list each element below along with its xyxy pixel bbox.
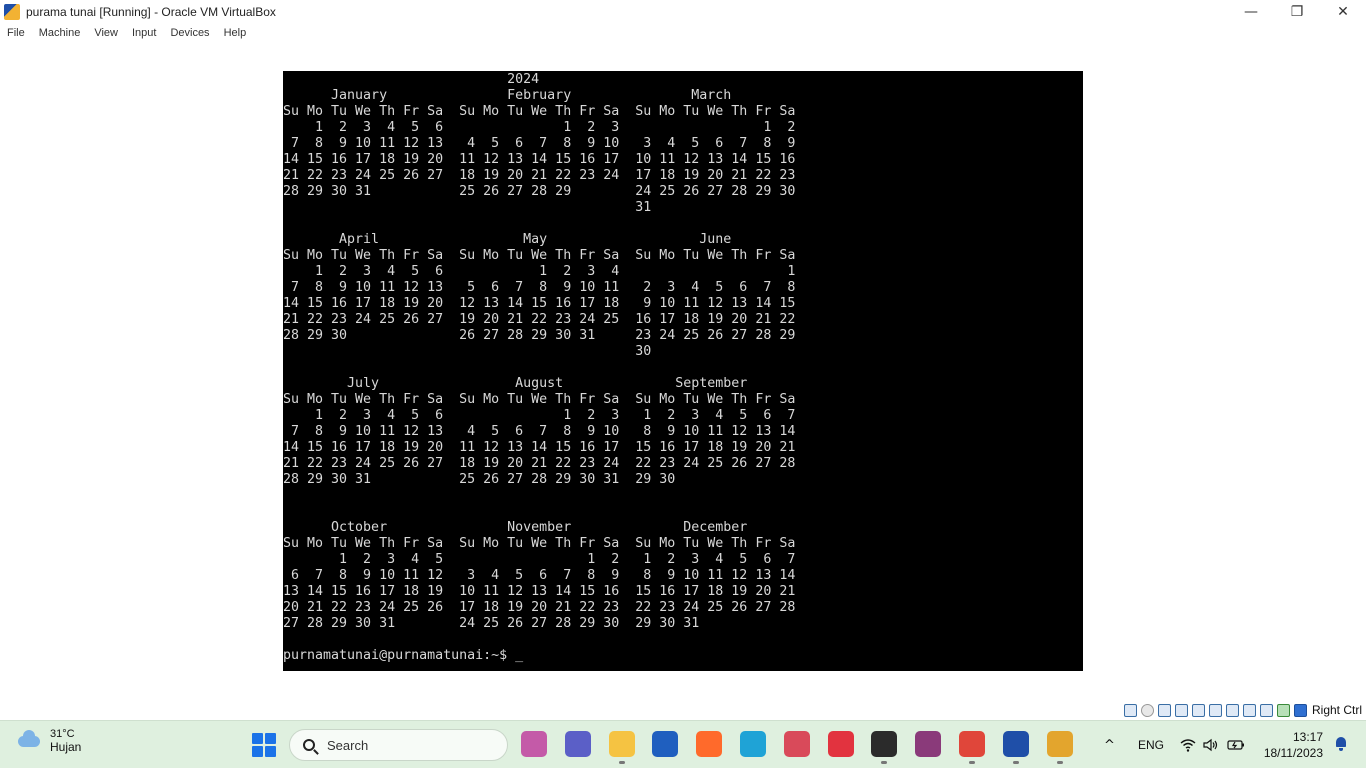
wps-icon[interactable]	[828, 731, 854, 757]
video-capture-icon[interactable]	[1242, 703, 1256, 717]
running-indicator	[619, 761, 625, 764]
copilot-icon[interactable]	[521, 731, 547, 757]
display-icon[interactable]	[1225, 703, 1239, 717]
tray-chevron[interactable]: ^	[1104, 721, 1115, 769]
running-indicator	[1057, 761, 1063, 764]
vpn-icon[interactable]	[652, 731, 678, 757]
file-explorer-icon[interactable]	[609, 731, 635, 757]
audio-icon[interactable]	[1157, 703, 1171, 717]
menu-view[interactable]: View	[87, 27, 125, 39]
menu-input[interactable]: Input	[125, 27, 163, 39]
window-title: purama tunai [Running] - Oracle VM Virtu…	[26, 4, 276, 19]
snipping-tool-icon[interactable]	[784, 731, 810, 757]
menu-machine[interactable]: Machine	[32, 27, 88, 39]
close-button[interactable]: ✕	[1320, 0, 1366, 23]
virtualbox-running-icon[interactable]	[1047, 731, 1073, 757]
windows-logo-icon	[252, 733, 263, 744]
teams-icon[interactable]	[565, 731, 591, 757]
volume-icon[interactable]	[1203, 721, 1219, 769]
search-placeholder: Search	[327, 737, 369, 753]
clock-date: 18/11/2023	[1263, 746, 1323, 760]
shared-folder-icon[interactable]	[1208, 703, 1222, 717]
minimize-button[interactable]: —	[1228, 0, 1274, 23]
host-key-label: Right Ctrl	[1311, 703, 1362, 717]
keyboard-icon[interactable]	[1293, 703, 1307, 717]
running-indicator	[1013, 761, 1019, 764]
weather-widget[interactable]: 31°C Hujan	[16, 728, 81, 754]
taskbar: 31°C Hujan Search ^ ENG 13:17 18/11/2023	[0, 720, 1366, 768]
network-icon[interactable]	[1174, 703, 1188, 717]
menu-help[interactable]: Help	[217, 27, 254, 39]
virtualbox-icon[interactable]	[1003, 731, 1029, 757]
vm-status-bar: Right Ctrl	[1121, 700, 1366, 720]
chrome-icon[interactable]	[959, 731, 985, 757]
window-controls: — ❐ ✕	[1228, 0, 1366, 23]
chevron-up-icon: ^	[1104, 737, 1115, 753]
battery-icon[interactable]	[1227, 721, 1245, 769]
winrar-icon[interactable]	[915, 731, 941, 757]
edge-icon[interactable]	[740, 731, 766, 757]
menu-file[interactable]: File	[0, 27, 32, 39]
virtualbox-icon	[4, 3, 20, 20]
terminal-output: 2024 January February March Su Mo Tu We …	[283, 72, 796, 663]
vm-console-screen[interactable]: 2024 January February March Su Mo Tu We …	[283, 71, 1083, 671]
system-clock[interactable]: 13:17 18/11/2023	[1264, 729, 1323, 761]
notification-bell-icon[interactable]	[1334, 737, 1348, 751]
search-icon	[303, 739, 315, 751]
optical-disk-icon[interactable]	[1140, 703, 1154, 717]
running-indicator	[969, 761, 975, 764]
start-button[interactable]	[252, 733, 276, 757]
window-title-bar[interactable]: purama tunai [Running] - Oracle VM Virtu…	[0, 0, 1366, 23]
wifi-icon[interactable]	[1180, 721, 1196, 769]
weather-description: Hujan	[50, 740, 82, 754]
cpu-icon[interactable]	[1259, 703, 1273, 717]
language-indicator[interactable]: ENG	[1138, 721, 1164, 769]
mouse-integration-icon[interactable]	[1276, 703, 1290, 717]
menu-devices[interactable]: Devices	[163, 27, 216, 39]
menu-bar: File Machine View Input Devices Help	[0, 23, 1366, 43]
taskbar-search[interactable]: Search	[289, 729, 508, 761]
terminal-icon[interactable]	[871, 731, 897, 757]
hard-disk-icon[interactable]	[1123, 703, 1137, 717]
running-indicator	[881, 761, 887, 764]
usb-icon[interactable]	[1191, 703, 1205, 717]
restore-button[interactable]: ❐	[1274, 0, 1320, 23]
clock-time: 13:17	[1292, 730, 1323, 744]
firefox-icon[interactable]	[696, 731, 722, 757]
weather-temperature: 31°C	[50, 728, 75, 740]
cloud-rain-icon	[16, 730, 42, 751]
